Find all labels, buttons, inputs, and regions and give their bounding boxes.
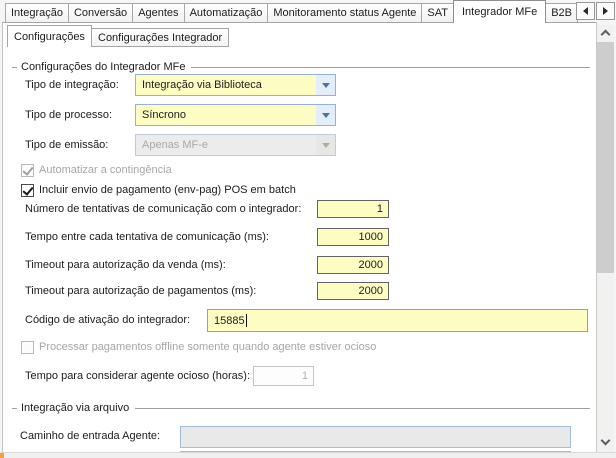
groupbox-arquivo-title: Integração via arquivo bbox=[21, 402, 129, 414]
window-bottom-frame bbox=[0, 452, 616, 458]
dropdown-button[interactable] bbox=[316, 105, 335, 125]
processar-offline-label: Processar pagamentos offline somente qua… bbox=[39, 341, 376, 353]
tab-scroll-buttons bbox=[576, 2, 615, 20]
tab-automatizacao[interactable]: Automatização bbox=[184, 3, 269, 22]
scroll-up-button[interactable] bbox=[597, 25, 614, 40]
main-tab-strip: Integração Conversão Agentes Automatizaç… bbox=[2, 0, 577, 22]
subtab-configuracoes[interactable]: Configurações bbox=[7, 25, 92, 47]
text-cursor bbox=[246, 314, 247, 327]
tab-conversao[interactable]: Conversão bbox=[68, 3, 133, 22]
tipo-integracao-value: Integração via Biblioteca bbox=[136, 75, 316, 95]
dropdown-arrow-icon bbox=[322, 143, 330, 148]
chevron-up-icon bbox=[601, 29, 611, 39]
numero-tentativas-label: Número de tentativas de comunicação com … bbox=[25, 203, 301, 215]
tab-scroll-right-button[interactable] bbox=[596, 2, 615, 20]
timeout-pagamentos-field[interactable]: 2000 bbox=[317, 282, 389, 300]
chevron-down-icon bbox=[601, 435, 611, 445]
tempo-entre-tentativas-label: Tempo entre cada tentativa de comunicaçã… bbox=[25, 231, 269, 243]
integrador-mfe-page: Configurações Configurações Integrador C… bbox=[2, 22, 597, 453]
groupbox-arquivo-header: Integração via arquivo bbox=[12, 401, 590, 415]
incluir-envio-pagamento-label: Incluir envio de pagamento (env-pag) POS… bbox=[39, 184, 296, 196]
tab-agentes[interactable]: Agentes bbox=[132, 3, 184, 22]
tempo-ocioso-field-disabled: 1 bbox=[253, 366, 314, 386]
codigo-ativacao-value: 15885 bbox=[214, 315, 245, 327]
automatizar-contingencia-label: Automatizar a contingência bbox=[39, 164, 172, 176]
incluir-envio-pagamento-checkbox[interactable]: Incluir envio de pagamento (env-pag) POS… bbox=[21, 182, 296, 198]
caminho-entrada-field-disabled bbox=[180, 426, 571, 448]
timeout-venda-label: Timeout para autorização da venda (ms): bbox=[25, 259, 226, 271]
tipo-integracao-label: Tipo de integração: bbox=[25, 79, 119, 91]
tipo-emissao-label: Tipo de emissão: bbox=[25, 139, 108, 151]
numero-tentativas-field[interactable]: 1 bbox=[317, 200, 389, 218]
groupbox-mfe-title: Configurações do Integrador MFe bbox=[21, 61, 185, 73]
tempo-entre-tentativas-field[interactable]: 1000 bbox=[317, 228, 389, 246]
checkbox-checked-icon[interactable] bbox=[21, 184, 34, 197]
groupbox-line bbox=[135, 408, 590, 409]
groupbox-mfe-header: Configurações do Integrador MFe bbox=[12, 60, 590, 74]
tab-scroll-left-button[interactable] bbox=[576, 2, 595, 20]
groupbox-line bbox=[191, 67, 590, 68]
groupbox-dash bbox=[12, 408, 17, 409]
tab-integracao[interactable]: Integração bbox=[5, 3, 69, 22]
bottom-left-marker bbox=[0, 453, 4, 458]
caminho-entrada-label: Caminho de entrada Agente: bbox=[20, 430, 160, 442]
tab-scroll-left-icon bbox=[583, 7, 588, 15]
tipo-processo-value: Síncrono bbox=[136, 105, 316, 125]
tempo-ocioso-label: Tempo para considerar agente ocioso (hor… bbox=[25, 370, 250, 382]
tab-b2b[interactable]: B2B bbox=[545, 3, 578, 22]
checkbox-unchecked-icon bbox=[21, 341, 34, 354]
tab-scroll-right-icon bbox=[603, 7, 608, 15]
checkbox-checked-icon bbox=[21, 164, 34, 177]
tipo-emissao-combobox-disabled: Apenas MF-e bbox=[135, 134, 336, 156]
timeout-pagamentos-label: Timeout para autorização de pagamentos (… bbox=[25, 285, 256, 297]
tipo-processo-combobox[interactable]: Síncrono bbox=[135, 104, 336, 126]
codigo-ativacao-label: Código de ativação do integrador: bbox=[25, 314, 190, 326]
groupbox-dash bbox=[12, 67, 17, 68]
subtab-configuracoes-integrador[interactable]: Configurações Integrador bbox=[91, 28, 229, 47]
tipo-processo-label: Tipo de processo: bbox=[25, 109, 112, 121]
dropdown-arrow-icon bbox=[322, 83, 330, 88]
dropdown-button bbox=[316, 135, 335, 155]
codigo-ativacao-field[interactable]: 15885 bbox=[207, 309, 588, 332]
scroll-down-button[interactable] bbox=[597, 434, 614, 449]
tab-integrador-mfe[interactable]: Integrador MFe bbox=[453, 0, 546, 23]
tab-monitoramento-status-agente[interactable]: Monitoramento status Agente bbox=[267, 3, 422, 22]
dropdown-button[interactable] bbox=[316, 75, 335, 95]
scrollbar-thumb[interactable] bbox=[597, 42, 614, 273]
tipo-integracao-combobox[interactable]: Integração via Biblioteca bbox=[135, 74, 336, 96]
dropdown-arrow-icon bbox=[322, 113, 330, 118]
automatizar-contingencia-checkbox: Automatizar a contingência bbox=[21, 162, 172, 178]
vertical-scrollbar[interactable] bbox=[597, 25, 614, 452]
processar-offline-checkbox: Processar pagamentos offline somente qua… bbox=[21, 339, 376, 355]
tab-sat[interactable]: SAT bbox=[421, 3, 454, 22]
tipo-emissao-value: Apenas MF-e bbox=[136, 135, 316, 155]
timeout-venda-field[interactable]: 2000 bbox=[317, 256, 389, 274]
